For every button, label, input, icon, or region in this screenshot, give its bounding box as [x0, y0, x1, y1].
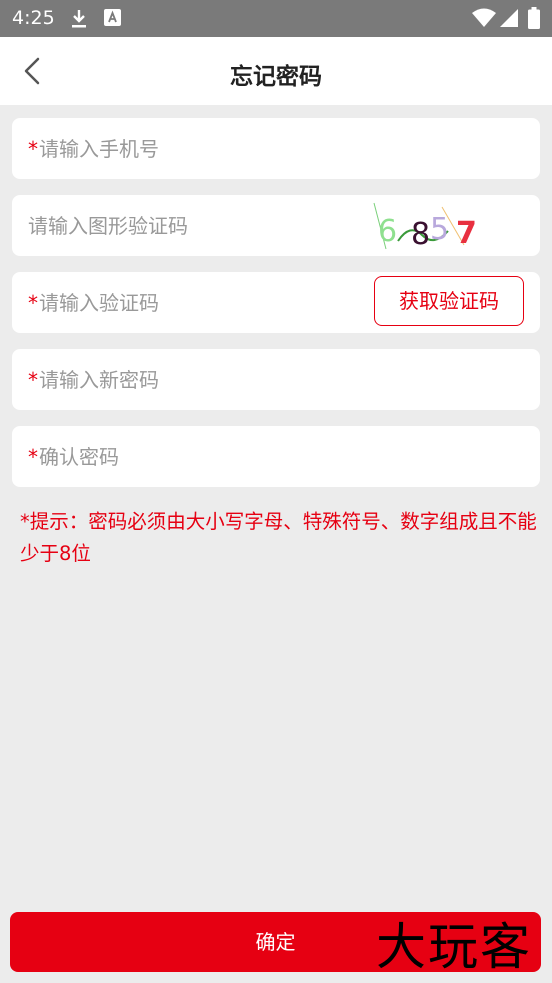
confirm-password-input-card[interactable]: * 确认密码	[12, 426, 540, 487]
wifi-icon	[472, 8, 496, 27]
password-rule-tip: *提示：密码必须由大小写字母、特殊符号、数字组成且不能少于8位	[20, 510, 537, 565]
keyboard-a-icon	[104, 9, 121, 26]
svg-text:6: 6	[378, 214, 397, 249]
required-mark: *	[28, 368, 38, 392]
required-mark: *	[28, 137, 38, 161]
status-bar: 4:25	[0, 0, 552, 37]
captcha-image[interactable]: 6 8 5 7	[372, 201, 482, 251]
battery-icon	[528, 7, 540, 29]
captcha-placeholder: 请输入图形验证码	[28, 214, 188, 238]
svg-text:大玩客: 大玩客	[376, 918, 532, 972]
new-password-input[interactable]: * 请输入新密码	[28, 366, 159, 394]
svg-text:5: 5	[430, 212, 449, 247]
status-time: 4:25	[12, 7, 55, 29]
phone-placeholder: 请输入手机号	[39, 137, 159, 161]
download-icon	[72, 10, 86, 28]
watermark-logo: 大玩客	[376, 918, 532, 972]
required-mark: *	[28, 445, 38, 469]
sms-code-placeholder: 请输入验证码	[39, 291, 159, 315]
confirm-password-placeholder: 确认密码	[39, 445, 119, 469]
new-password-input-card[interactable]: * 请输入新密码	[12, 349, 540, 410]
page-title: 忘记密码	[230, 64, 322, 90]
get-code-button[interactable]: 获取验证码	[374, 276, 524, 326]
phone-input[interactable]: * 请输入手机号	[28, 135, 159, 163]
confirm-password-input[interactable]: * 确认密码	[28, 443, 119, 471]
required-mark: *	[28, 291, 38, 315]
sms-code-input-card[interactable]: * 请输入验证码 获取验证码	[12, 272, 540, 333]
captcha-input[interactable]: 请输入图形验证码	[28, 212, 188, 240]
svg-text:7: 7	[456, 216, 477, 251]
svg-text:8: 8	[411, 217, 430, 251]
phone-input-card[interactable]: * 请输入手机号	[12, 118, 540, 179]
sms-code-input[interactable]: * 请输入验证码	[28, 289, 159, 317]
captcha-input-card[interactable]: 请输入图形验证码 6 8 5 7	[12, 195, 540, 256]
title-bar: 忘记密码	[0, 37, 552, 105]
new-password-placeholder: 请输入新密码	[39, 368, 159, 392]
signal-icon	[500, 9, 518, 27]
